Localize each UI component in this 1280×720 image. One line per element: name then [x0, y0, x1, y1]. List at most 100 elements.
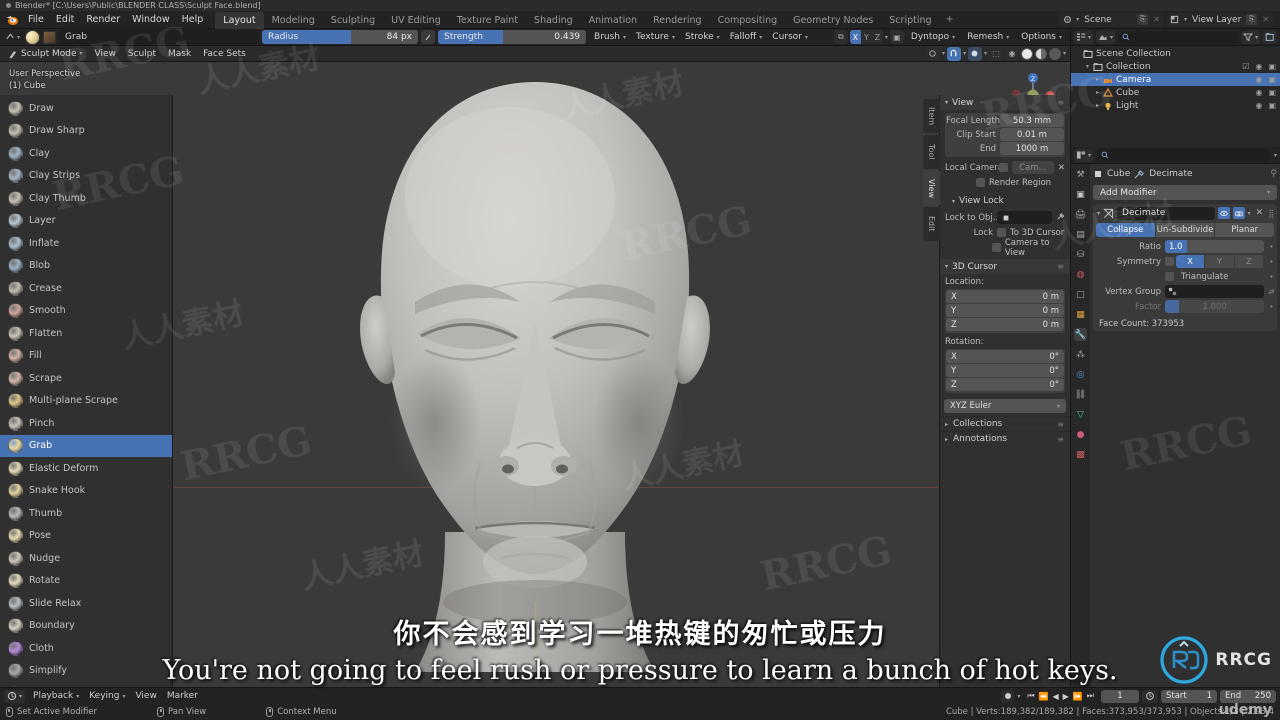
workspace-tab-modeling[interactable]: Modeling — [264, 12, 323, 29]
camera-to-view-checkbox[interactable] — [991, 243, 1001, 252]
shading-solid-icon[interactable] — [1020, 47, 1033, 60]
output-icon[interactable]: 🖨 — [1074, 208, 1087, 221]
cursor-rotation-x-field[interactable]: X 0° — [946, 350, 1064, 363]
material-icon[interactable]: ● — [1074, 428, 1087, 441]
camera-render-icon[interactable]: ▣ — [1268, 75, 1276, 84]
frame-end-field[interactable]: End 250 — [1220, 689, 1276, 703]
collection-icon[interactable]: ▢ — [1074, 288, 1087, 301]
brush-datablock-dropdown[interactable]: ▾ — [3, 30, 22, 44]
modifier-drag-handle[interactable]: ⣿ — [1268, 209, 1274, 218]
snap-magnet-icon[interactable] — [946, 46, 961, 61]
show-gizmo-icon[interactable]: ⬚ — [988, 46, 1003, 61]
brush-name-field[interactable]: Grab — [59, 30, 260, 44]
texture-icon[interactable]: ▩ — [1074, 448, 1087, 461]
add-modifier-button[interactable]: Add Modifier ▾ — [1093, 185, 1277, 200]
proportional-caret-icon[interactable]: ▾ — [984, 50, 987, 57]
eye-icon[interactable]: ◉ — [1255, 62, 1262, 71]
outliner-row-scene-collection[interactable]: Scene Collection — [1071, 47, 1280, 60]
scene-selector[interactable]: ▾ Scene ⎘ ✕ — [1059, 12, 1164, 27]
modifier-extras-caret-icon[interactable]: ▾ — [1248, 210, 1251, 217]
timeline-menu-marker[interactable]: Marker — [162, 691, 203, 701]
viewport-menu-sculpt[interactable]: Sculpt — [122, 49, 162, 59]
workspace-tab-scripting[interactable]: Scripting — [881, 12, 939, 29]
new-scene-button[interactable]: ⎘ — [1137, 14, 1149, 25]
show-overlays-icon[interactable]: ◉ — [1004, 46, 1019, 61]
workspace-tab-sculpting[interactable]: Sculpting — [323, 12, 383, 29]
workspace-tab-compositing[interactable]: Compositing — [710, 12, 786, 29]
menu-stroke[interactable]: Stroke ▾ — [680, 30, 725, 44]
tool-flatten[interactable]: Flatten — [0, 322, 172, 345]
timeline-editor-type-button[interactable]: ▾ — [4, 689, 26, 703]
tool-elastic-deform[interactable]: Elastic Deform — [0, 457, 172, 480]
symmetry-axis-buttons[interactable]: XYZ — [1176, 255, 1264, 268]
decimate-mode-planar[interactable]: Planar — [1215, 223, 1274, 237]
lock-3d-cursor-checkbox[interactable] — [997, 228, 1006, 237]
cursor-rotation-z-field[interactable]: Z 0° — [946, 378, 1064, 391]
symmetry-options-icon[interactable]: ⧉ — [833, 30, 848, 44]
symmetry-axis-group[interactable]: XYZ — [849, 30, 883, 44]
tool-boundary[interactable]: Boundary — [0, 615, 172, 638]
snap-caret-icon[interactable]: ▾ — [963, 50, 966, 57]
tool-nudge[interactable]: Nudge — [0, 547, 172, 570]
workspace-tab-geometry-nodes[interactable]: Geometry Nodes — [785, 12, 881, 29]
jump-to-end-button[interactable]: ⏭ — [1087, 691, 1094, 701]
particles-icon[interactable]: ⁂ — [1074, 348, 1087, 361]
local-camera-checkbox[interactable] — [999, 163, 1008, 172]
tool-simplify[interactable]: Simplify — [0, 660, 172, 683]
brush-preview-icon[interactable] — [25, 29, 41, 45]
tool-blob[interactable]: Blob — [0, 255, 172, 278]
cursor-location-z-field[interactable]: Z 0 m — [946, 318, 1064, 331]
decimate-symmetry-x[interactable]: X — [1176, 255, 1206, 268]
orientation-caret-icon[interactable]: ▾ — [942, 50, 945, 57]
menu-brush[interactable]: Brush ▾ — [589, 30, 631, 44]
eye-icon[interactable]: ◉ — [1255, 75, 1262, 84]
tool-clay-strips[interactable]: Clay Strips — [0, 165, 172, 188]
lock-to-object-field[interactable] — [997, 211, 1052, 224]
radius-pressure-toggle[interactable] — [421, 30, 436, 44]
breadcrumb-modifier-name[interactable]: Decimate — [1149, 169, 1192, 179]
modifier-delete-button[interactable]: ✕ — [1254, 208, 1266, 218]
expand-toggle-icon[interactable]: ▾ — [1083, 63, 1092, 70]
menu-window[interactable]: Window — [126, 13, 175, 26]
eye-icon[interactable]: ◉ — [1255, 101, 1262, 110]
render-icon[interactable]: ▣ — [1074, 188, 1087, 201]
properties-editor-type-button[interactable]: ▾ — [1074, 148, 1094, 162]
viewport-menu-mask[interactable]: Mask — [162, 49, 197, 59]
expand-toggle-icon[interactable]: ▸ — [1093, 76, 1102, 83]
menu-edit[interactable]: Edit — [50, 13, 80, 26]
n-panel-tab-view[interactable]: View — [923, 171, 940, 205]
rotation-mode-selector[interactable]: XYZ Euler ▾ — [944, 399, 1066, 413]
n-panel-tab-tool[interactable]: Tool — [923, 135, 940, 169]
tool-icon[interactable]: ⚒ — [1074, 168, 1087, 181]
radius-slider[interactable]: Radius 84 px — [262, 30, 419, 44]
focal-length-field[interactable]: 50.3 mm — [1000, 114, 1064, 127]
eyedropper-icon[interactable] — [1056, 212, 1065, 224]
blender-logo-icon[interactable] — [4, 13, 19, 26]
auto-keying-toggle[interactable] — [1001, 689, 1015, 703]
outliner-search-input[interactable] — [1118, 30, 1238, 44]
pin-id-icon[interactable]: ⚲ — [1270, 169, 1277, 179]
decimate-mode-collapse[interactable]: Collapse — [1096, 223, 1156, 237]
object-icon[interactable]: ▦ — [1074, 308, 1087, 321]
viewport-menu-view[interactable]: View — [89, 49, 122, 59]
menu-render[interactable]: Render — [80, 13, 126, 26]
n-panel-tab-edit[interactable]: Edit — [923, 207, 940, 241]
brush-texture-icon[interactable] — [43, 30, 57, 44]
symmetry-axis-x[interactable]: X — [849, 30, 861, 44]
workspace-tab-uv-editing[interactable]: UV Editing — [383, 12, 449, 29]
tool-pinch[interactable]: Pinch — [0, 412, 172, 435]
render-region-row[interactable]: Render Region — [945, 176, 1065, 189]
cursor-section-header[interactable]: ▾ 3D Cursor ≡ — [940, 259, 1070, 274]
tool-grab[interactable]: Grab — [0, 434, 172, 457]
view-layer-icon[interactable]: ▤ — [1074, 228, 1087, 241]
menu-cursor[interactable]: Cursor ▾ — [767, 30, 813, 44]
camera-render-icon[interactable]: ▣ — [1268, 101, 1276, 110]
constraints-icon[interactable]: ⛓ — [1074, 388, 1087, 401]
shading-caret-icon[interactable]: ▾ — [1063, 50, 1066, 57]
physics-icon[interactable]: ◎ — [1074, 368, 1087, 381]
triangulate-animate-dot[interactable]: • — [1268, 273, 1275, 281]
outliner-row-camera[interactable]: ▸ Camera ◉ ▣ — [1071, 73, 1280, 86]
tool-clay-thumb[interactable]: Clay Thumb — [0, 187, 172, 210]
menu-file[interactable]: File — [22, 13, 50, 26]
new-view-layer-button[interactable]: ⎘ — [1246, 14, 1258, 25]
